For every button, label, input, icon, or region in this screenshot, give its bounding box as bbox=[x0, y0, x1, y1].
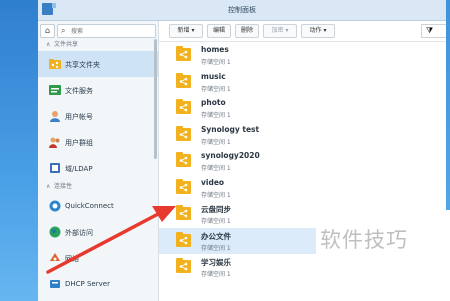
home-button[interactable]: ⌂ bbox=[40, 24, 55, 38]
encrypt-label: 加密 bbox=[271, 27, 284, 34]
sidebar-scrollbar[interactable] bbox=[154, 39, 157, 159]
shared-folder-icon bbox=[176, 125, 191, 141]
folder-volume: 存储空间 1 bbox=[201, 165, 231, 172]
file-services-icon bbox=[49, 85, 61, 95]
domain-icon bbox=[50, 163, 60, 173]
delete-button[interactable]: 删除 bbox=[235, 24, 259, 38]
quickconnect-icon bbox=[49, 200, 61, 212]
shared-folder-icon bbox=[176, 46, 191, 61]
window-title: 控制面板 bbox=[228, 6, 256, 14]
shared-folder-icon bbox=[176, 152, 191, 167]
sidebar-item-external-access[interactable]: 外部访问 bbox=[38, 219, 158, 245]
sidebar-item-label: 文件服务 bbox=[65, 87, 93, 95]
table-row[interactable]: music 存储空间 1 bbox=[159, 69, 446, 96]
sidebar: ⌂ ⌕ ∧文件共享 共享文件夹 文件服务 用户帐号 bbox=[38, 21, 159, 301]
network-icon bbox=[50, 253, 60, 261]
folder-name: synology2020 bbox=[201, 151, 260, 160]
folder-name: music bbox=[201, 71, 226, 81]
table-row[interactable]: homes 存储空间 1 bbox=[159, 42, 446, 69]
folder-volume: 存储空间 1 bbox=[201, 59, 231, 66]
table-row[interactable]: video 存储空间 1 bbox=[159, 175, 446, 202]
edit-label: 编辑 bbox=[212, 27, 225, 34]
collapse-icon: ∧ bbox=[46, 41, 51, 48]
table-row[interactable]: photo 存储空间 1 bbox=[159, 95, 446, 122]
encrypt-button[interactable]: 加密 ▾ bbox=[263, 24, 297, 38]
shared-folder-icon bbox=[176, 258, 191, 273]
sidebar-item-label: DHCP Server bbox=[65, 280, 110, 288]
sidebar-item-label: 域/LDAP bbox=[65, 165, 93, 173]
folder-volume: 存储空间 1 bbox=[201, 218, 231, 225]
table-row[interactable]: Synology test 存储空间 1 bbox=[159, 122, 446, 149]
sidebar-item-domain[interactable]: 域/LDAP bbox=[38, 155, 158, 181]
folder-volume: 存储空间 1 bbox=[201, 112, 231, 119]
folder-name: 学习娱乐 bbox=[201, 258, 231, 267]
chevron-down-icon: ▾ bbox=[285, 27, 289, 34]
folder-name: photo bbox=[201, 98, 226, 107]
group-connectivity[interactable]: ∧ 连接性 bbox=[38, 181, 158, 193]
folder-name: 云盘同步 bbox=[201, 205, 231, 214]
sidebar-item-group[interactable]: 用户群组 bbox=[38, 129, 158, 155]
shared-folder-icon bbox=[176, 72, 191, 88]
group-icon bbox=[49, 137, 60, 148]
user-icon bbox=[50, 111, 60, 122]
shared-folder-icon bbox=[176, 99, 191, 114]
chevron-down-icon: ▾ bbox=[323, 27, 327, 34]
folder-volume: 存储空间 1 bbox=[201, 85, 231, 93]
folder-volume: 存储空间 1 bbox=[201, 271, 231, 278]
action-label: 动作 bbox=[309, 27, 322, 34]
group-label: 文件共享 bbox=[54, 41, 79, 48]
action-button[interactable]: 动作 ▾ bbox=[301, 24, 335, 38]
shared-folder-icon bbox=[176, 205, 191, 220]
sidebar-item-label: 外部访问 bbox=[65, 229, 93, 237]
shared-folder-icon bbox=[49, 59, 61, 69]
sidebar-item-label: 用户群组 bbox=[65, 139, 93, 147]
table-row[interactable]: synology2020 存储空间 1 bbox=[159, 148, 446, 175]
folder-name: Synology test bbox=[201, 124, 260, 134]
folder-volume: 存储空间 1 bbox=[201, 191, 231, 199]
shared-folder-icon bbox=[176, 231, 191, 247]
search-input[interactable] bbox=[71, 26, 151, 36]
title-bar: 控制面板 bbox=[38, 0, 446, 21]
toolbar: 新增 ▾ 编辑 删除 加密 ▾ 动作 ▾ ⧩ bbox=[159, 21, 446, 42]
watermark-text: 软件技巧 bbox=[320, 228, 408, 252]
home-icon: ⌂ bbox=[44, 26, 51, 35]
collapse-icon: ∧ bbox=[46, 183, 51, 190]
delete-label: 删除 bbox=[240, 27, 253, 34]
sidebar-item-network[interactable]: 网络 bbox=[38, 245, 158, 271]
filter-button[interactable]: ⧩ bbox=[421, 24, 446, 38]
create-button[interactable]: 新增 ▾ bbox=[169, 24, 203, 38]
sidebar-item-quickconnect[interactable]: QuickConnect bbox=[38, 193, 158, 219]
sidebar-item-file-services[interactable]: 文件服务 bbox=[38, 77, 158, 103]
folder-name: homes bbox=[201, 45, 229, 54]
sidebar-item-label: 共享文件夹 bbox=[65, 61, 100, 69]
globe-icon bbox=[49, 226, 61, 238]
create-label: 新增 bbox=[177, 27, 190, 34]
sidebar-item-shared-folder[interactable]: 共享文件夹 bbox=[38, 51, 158, 77]
folder-name: video bbox=[201, 177, 225, 187]
sidebar-item-dhcp[interactable]: DHCP Server bbox=[38, 271, 158, 297]
folder-volume: 存储空间 1 bbox=[201, 138, 231, 146]
filter-icon: ⧩ bbox=[426, 26, 434, 35]
search-icon: ⌕ bbox=[61, 26, 66, 35]
dhcp-icon bbox=[50, 280, 60, 288]
sidebar-item-user[interactable]: 用户帐号 bbox=[38, 103, 158, 129]
shared-folder-icon bbox=[176, 178, 191, 194]
sidebar-item-label: QuickConnect bbox=[65, 202, 114, 210]
sidebar-search[interactable]: ⌕ bbox=[57, 24, 156, 38]
desktop-background bbox=[0, 0, 38, 301]
edit-button[interactable]: 编辑 bbox=[207, 24, 231, 38]
sidebar-item-label: 网络 bbox=[65, 255, 79, 263]
group-file-sharing[interactable]: ∧ 文件共享 bbox=[38, 39, 158, 51]
sidebar-item-label: 用户帐号 bbox=[65, 113, 93, 121]
group-label: 连接性 bbox=[54, 183, 73, 190]
folder-volume: 存储空间 1 bbox=[201, 244, 231, 252]
folder-name: 办公文件 bbox=[201, 231, 231, 241]
chevron-down-icon: ▾ bbox=[191, 27, 195, 34]
